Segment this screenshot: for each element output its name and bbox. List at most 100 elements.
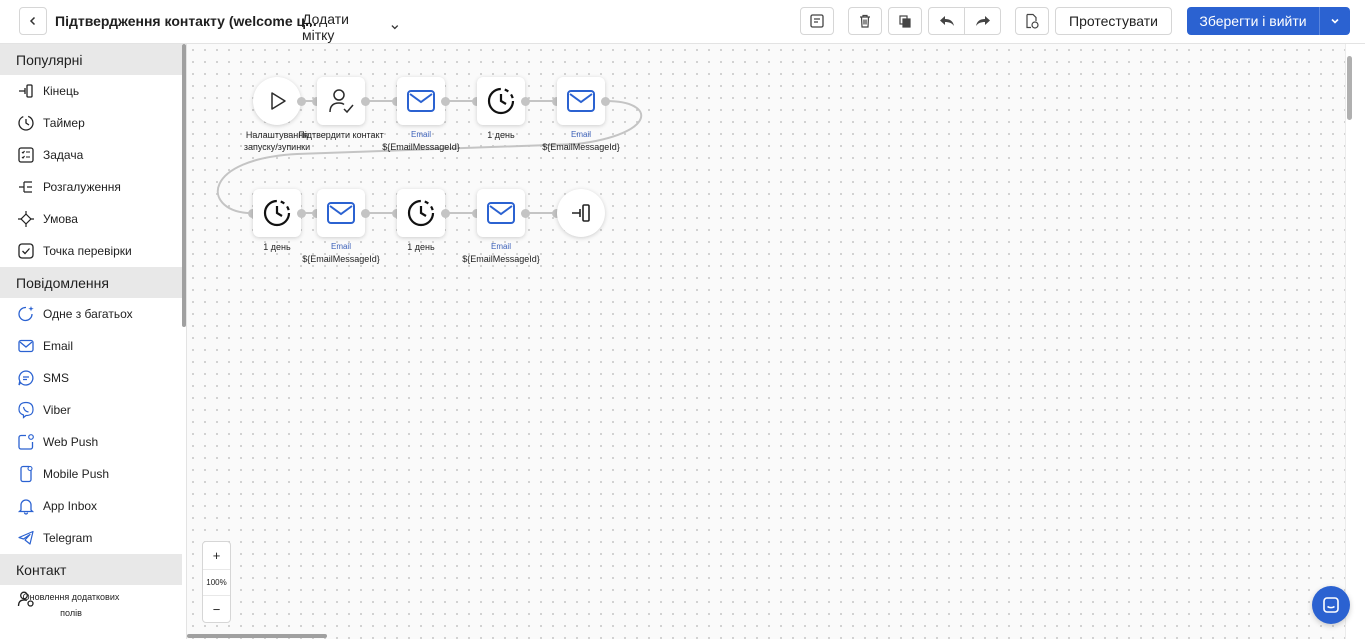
section-messages: Повідомлення bbox=[0, 267, 182, 298]
node-connector[interactable] bbox=[297, 97, 306, 106]
blocks-sidebar: Популярні Кінець Таймер Задача Розгалуже… bbox=[0, 44, 187, 639]
node-label: ${EmailMessageId} bbox=[302, 254, 380, 264]
node-connector[interactable] bbox=[521, 97, 530, 106]
start-label-line-2: запуску/зупинки bbox=[243, 142, 311, 152]
bell-icon bbox=[16, 496, 36, 516]
zoom-out-button[interactable]: − bbox=[203, 596, 230, 623]
node-connector[interactable] bbox=[601, 97, 610, 106]
node-connector[interactable] bbox=[297, 209, 306, 218]
block-label: Умова bbox=[43, 212, 78, 226]
block-label: Telegram bbox=[43, 531, 93, 545]
copy-icon bbox=[899, 15, 911, 28]
node-connector[interactable] bbox=[361, 209, 370, 218]
block-one-of-many[interactable]: Одне з багатьох bbox=[0, 298, 186, 330]
canvas-vertical-scroll-thumb[interactable] bbox=[1347, 56, 1352, 120]
block-update-fields[interactable]: Оновлення додаткових полів bbox=[0, 585, 186, 625]
node-label: ${EmailMessageId} bbox=[542, 142, 620, 152]
section-contact: Контакт bbox=[0, 554, 182, 585]
notes-button[interactable] bbox=[800, 7, 834, 35]
node-connector[interactable] bbox=[521, 209, 530, 218]
block-task[interactable]: Задача bbox=[0, 139, 186, 171]
test-button[interactable]: Протестувати bbox=[1055, 7, 1172, 35]
section-popular: Популярні bbox=[0, 44, 182, 75]
flow-node-timer[interactable] bbox=[253, 189, 301, 237]
exit-icon bbox=[572, 204, 590, 222]
export-button[interactable] bbox=[1015, 7, 1049, 35]
node-connector[interactable] bbox=[441, 97, 450, 106]
campaign-title[interactable]: Підтвердження контакту (welcome ц... bbox=[55, 13, 317, 29]
flow-canvas[interactable]: Налаштування запуску/зупинки Підтвердити… bbox=[187, 44, 1345, 639]
timer-icon bbox=[407, 199, 435, 227]
back-button[interactable] bbox=[19, 7, 47, 35]
block-label: Кінець bbox=[43, 84, 80, 98]
block-label: Оновлення додаткових полів bbox=[22, 592, 120, 618]
block-timer[interactable]: Таймер bbox=[0, 107, 186, 139]
node-connector[interactable] bbox=[441, 209, 450, 218]
chat-icon bbox=[1323, 597, 1339, 613]
block-end[interactable]: Кінець bbox=[0, 75, 186, 107]
exit-icon bbox=[16, 81, 36, 101]
delete-button[interactable] bbox=[848, 7, 882, 35]
block-label: Mobile Push bbox=[43, 467, 110, 481]
play-icon bbox=[271, 92, 286, 110]
timer-icon bbox=[16, 113, 36, 133]
node-connector[interactable] bbox=[361, 97, 370, 106]
save-options-dropdown[interactable] bbox=[1319, 7, 1350, 35]
block-label: Точка перевірки bbox=[43, 244, 132, 258]
support-chat-button[interactable] bbox=[1312, 586, 1350, 624]
flow-node-email[interactable] bbox=[557, 77, 605, 125]
branch-icon bbox=[16, 177, 36, 197]
flow-node-confirm-contact[interactable] bbox=[317, 77, 365, 125]
email-icon bbox=[567, 90, 595, 112]
copy-button[interactable] bbox=[888, 7, 922, 35]
block-sms[interactable]: SMS bbox=[0, 362, 186, 394]
flow-node-start[interactable] bbox=[253, 77, 301, 125]
flow-node-timer[interactable] bbox=[397, 189, 445, 237]
add-tag-dropdown[interactable]: Додати мітку bbox=[302, 11, 400, 48]
flow-node-end[interactable] bbox=[557, 189, 605, 237]
add-tag-label: Додати мітку bbox=[302, 11, 349, 43]
zoom-level: 100% bbox=[203, 569, 230, 596]
block-telegram[interactable]: Telegram bbox=[0, 522, 186, 554]
block-label: Web Push bbox=[43, 435, 99, 449]
block-email[interactable]: Email bbox=[0, 330, 186, 362]
undo-button[interactable] bbox=[928, 7, 965, 35]
zoom-in-button[interactable]: + bbox=[203, 542, 230, 569]
block-checkpoint[interactable]: Точка перевірки bbox=[0, 235, 186, 267]
undo-icon bbox=[939, 16, 954, 26]
block-mobile-push[interactable]: Mobile Push bbox=[0, 458, 186, 490]
condition-icon bbox=[16, 209, 36, 229]
block-branch[interactable]: Розгалуження bbox=[0, 171, 186, 203]
flow-node-email[interactable] bbox=[397, 77, 445, 125]
block-condition[interactable]: Умова bbox=[0, 203, 186, 235]
mobile-push-icon bbox=[16, 464, 36, 484]
redo-button[interactable] bbox=[964, 7, 1001, 35]
note-icon bbox=[810, 14, 824, 28]
canvas-horizontal-scroll-thumb[interactable] bbox=[187, 634, 327, 638]
sparkle-chat-icon bbox=[16, 304, 36, 324]
chevron-down-icon bbox=[391, 25, 399, 30]
block-label: SMS bbox=[43, 371, 70, 385]
flow-node-email[interactable] bbox=[317, 189, 365, 237]
chevron-down-icon bbox=[1331, 18, 1339, 24]
flow-node-timer[interactable] bbox=[477, 77, 525, 125]
block-label: App Inbox bbox=[43, 499, 98, 513]
block-web-push[interactable]: Web Push bbox=[0, 426, 186, 458]
top-toolbar: Підтвердження контакту (welcome ц... Дод… bbox=[0, 0, 1365, 48]
user-check-icon bbox=[329, 89, 354, 114]
flow-node-email[interactable] bbox=[477, 189, 525, 237]
block-label: Таймер bbox=[43, 116, 85, 130]
checkpoint-icon bbox=[16, 241, 36, 261]
block-label: Задача bbox=[43, 148, 84, 162]
canvas-vertical-scrollbar[interactable] bbox=[1345, 44, 1365, 639]
block-viber[interactable]: Viber bbox=[0, 394, 186, 426]
node-type-label: Email bbox=[490, 242, 511, 251]
save-and-exit-button[interactable]: Зберегти і вийти bbox=[1187, 7, 1319, 35]
block-label: Viber bbox=[43, 403, 71, 417]
web-push-icon bbox=[16, 432, 36, 452]
chevron-left-icon bbox=[29, 16, 36, 26]
sidebar-scrollbar[interactable] bbox=[182, 44, 186, 327]
block-app-inbox[interactable]: App Inbox bbox=[0, 490, 186, 522]
email-icon bbox=[327, 202, 355, 224]
block-label: Одне з багатьох bbox=[43, 307, 133, 321]
